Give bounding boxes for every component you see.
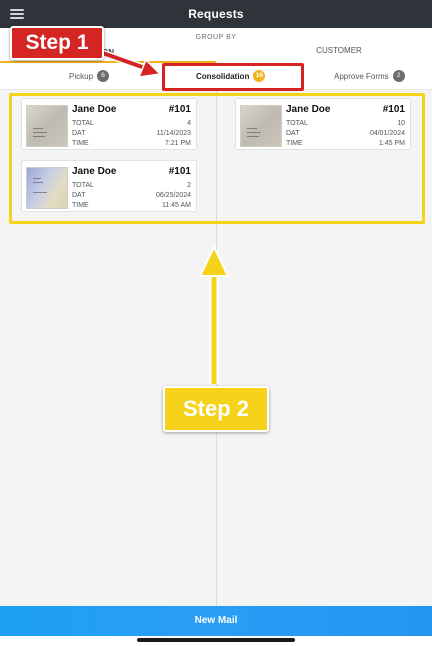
tab-approve-forms-label: Approve Forms	[334, 71, 389, 81]
cards-highlight	[9, 93, 425, 224]
header-bar: Requests	[0, 0, 432, 28]
home-indicator	[137, 638, 295, 642]
new-mail-button[interactable]: New Mail	[0, 606, 432, 636]
tab-approve-forms[interactable]: Approve Forms 2	[334, 70, 405, 82]
consolidation-tab-highlight	[162, 63, 304, 91]
tab-approve-forms-count-badge: 2	[392, 70, 405, 82]
page-title: Requests	[188, 7, 244, 21]
step1-label: Step 1	[10, 26, 104, 60]
tab-pickup-label: Pickup	[69, 71, 94, 81]
tab-pickup[interactable]: Pickup 6	[69, 70, 110, 82]
app-screen: Requests GROUP BY ON CUSTOMER Pickup 6 C…	[0, 0, 432, 646]
tab-pickup-count-badge: 6	[97, 70, 110, 82]
step2-label: Step 2	[163, 386, 269, 432]
group-by-option-customer[interactable]: CUSTOMER	[246, 43, 432, 63]
